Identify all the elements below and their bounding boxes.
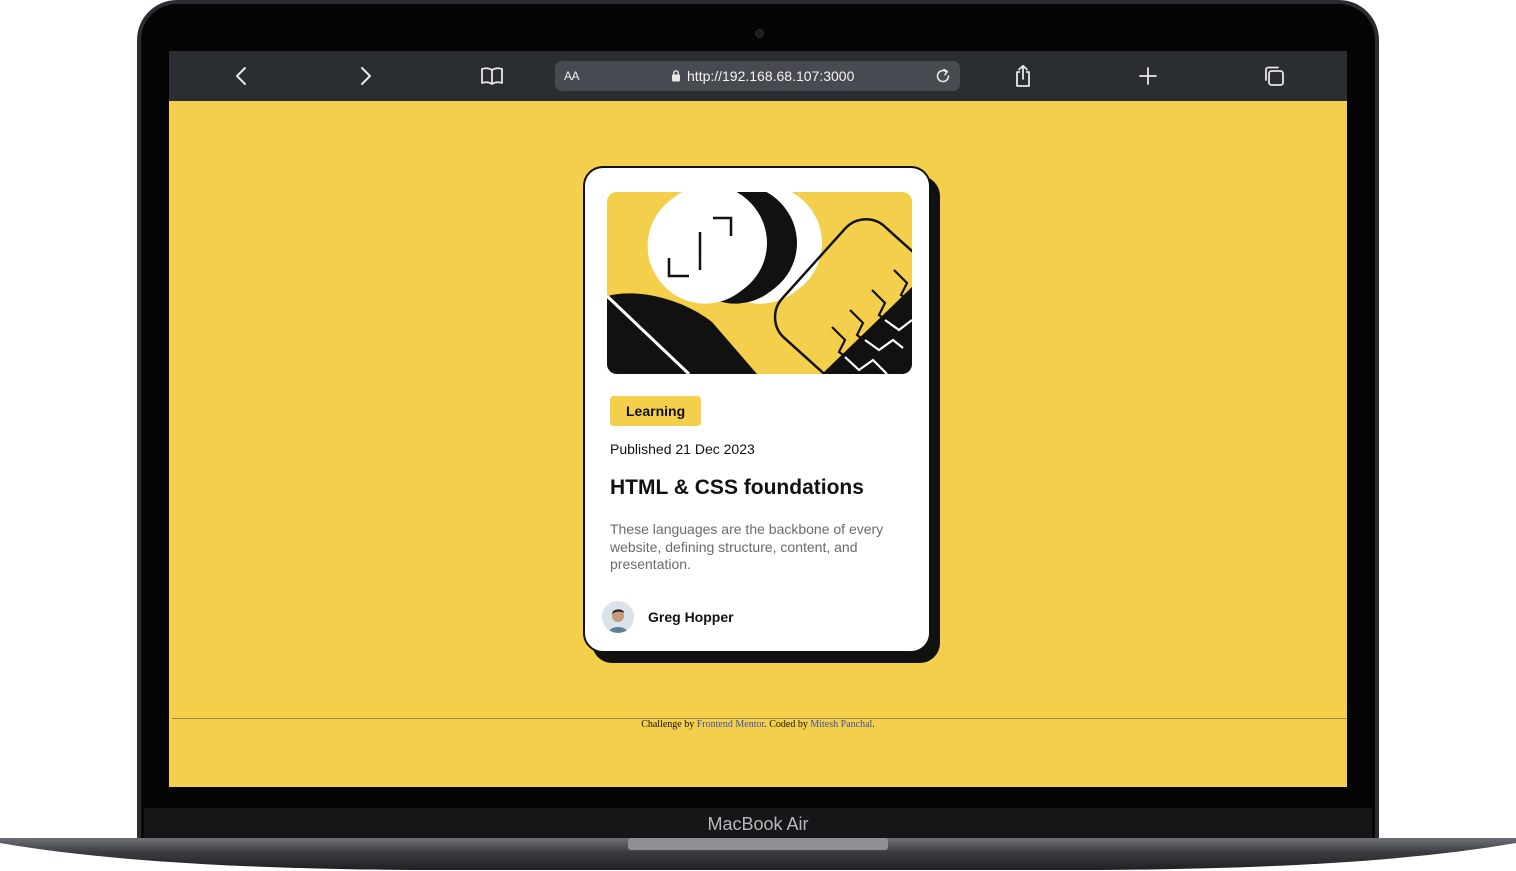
book-icon: [481, 67, 503, 85]
card-title[interactable]: HTML & CSS foundations: [610, 476, 864, 500]
browser-screen: AA http://192.168.68.107:3000 Learning P…: [169, 51, 1347, 787]
plus-icon: [1139, 67, 1157, 85]
author-name: Greg Hopper: [648, 609, 734, 625]
forward-button[interactable]: [354, 64, 378, 88]
address-bar[interactable]: AA http://192.168.68.107:3000: [555, 61, 960, 91]
card-illustration: [607, 192, 912, 374]
attribution: Challenge by Frontend Mentor. Coded by M…: [169, 719, 1347, 730]
tabs-icon: [1265, 66, 1284, 86]
new-tab-button[interactable]: [1136, 64, 1160, 88]
camera-icon: [755, 29, 764, 38]
category-badge: Learning: [610, 396, 702, 426]
author: Greg Hopper: [602, 601, 734, 633]
chevron-left-icon: [236, 67, 246, 85]
attribution-suffix: .: [872, 719, 875, 730]
back-button[interactable]: [229, 64, 253, 88]
attribution-prefix: Challenge by: [641, 719, 697, 730]
tabs-overview-button[interactable]: [1262, 64, 1286, 88]
reload-icon[interactable]: [934, 67, 952, 85]
text-size-button[interactable]: AA: [564, 69, 580, 83]
published-date: Published 21 Dec 2023: [610, 441, 755, 457]
lock-icon: [672, 70, 680, 82]
share-button[interactable]: [1011, 64, 1035, 88]
laptop-base: [0, 838, 1516, 870]
author-link[interactable]: Mitesh Panchal: [810, 719, 872, 730]
blog-preview-card[interactable]: Learning Published 21 Dec 2023 HTML & CS…: [583, 166, 931, 653]
share-icon: [1016, 64, 1030, 87]
avatar: [602, 601, 634, 633]
chevron-right-icon: [361, 67, 371, 85]
card-description: These languages are the backbone of ever…: [610, 521, 884, 572]
browser-toolbar: AA http://192.168.68.107:3000: [169, 51, 1347, 101]
bookmarks-button[interactable]: [480, 64, 504, 88]
url-text: http://192.168.68.107:3000: [687, 68, 855, 84]
frontend-mentor-link[interactable]: Frontend Mentor: [697, 719, 765, 730]
attribution-middle: . Coded by: [764, 719, 811, 730]
device-label: MacBook Air: [707, 814, 809, 834]
